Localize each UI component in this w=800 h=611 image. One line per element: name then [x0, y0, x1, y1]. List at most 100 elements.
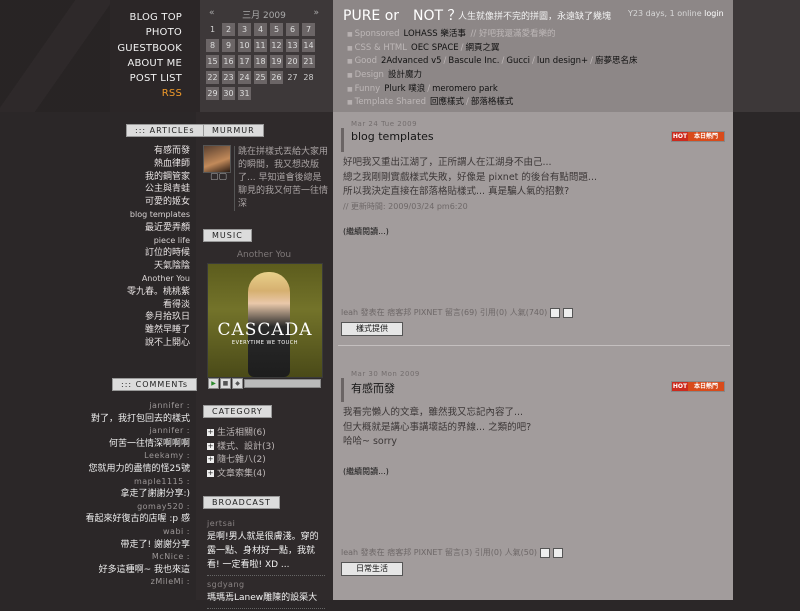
comment-text[interactable]: 何苦一往情深啊啊啊: [80, 438, 190, 451]
link-item[interactable]: lun design+: [537, 56, 588, 66]
comment-text[interactable]: 好多這種啊~ 我也來這: [80, 564, 190, 577]
calendar-day[interactable]: 4: [254, 23, 267, 36]
article-link[interactable]: 說不上開心: [92, 337, 190, 350]
article-link[interactable]: 有感而發: [92, 145, 190, 158]
comment-text[interactable]: 拿走了謝謝分享:): [80, 488, 190, 501]
comment-text[interactable]: 對了，我打包回去的樣式: [80, 413, 190, 426]
expand-icon[interactable]: +: [207, 469, 214, 477]
login-link[interactable]: login: [704, 9, 724, 18]
calendar-day[interactable]: 26: [270, 71, 283, 84]
category-label[interactable]: 文章索集(4): [217, 469, 266, 479]
nav-rss[interactable]: RSS: [100, 86, 182, 101]
calendar-day[interactable]: 13: [286, 39, 299, 52]
edit-icon[interactable]: [550, 307, 561, 318]
link-item[interactable]: LOHASS 樂活事: [404, 29, 466, 39]
calendar-prev-button[interactable]: «: [209, 8, 215, 21]
calendar-day[interactable]: 24: [238, 71, 251, 84]
calendar-day[interactable]: 18: [254, 55, 267, 68]
calendar-day[interactable]: 16: [222, 55, 235, 68]
article-link[interactable]: 看得淡: [92, 299, 190, 312]
calendar-day[interactable]: 30: [222, 87, 235, 100]
calendar-day[interactable]: 29: [206, 87, 219, 100]
calendar-day[interactable]: 2: [222, 23, 235, 36]
link-item[interactable]: 2Advanced v5: [381, 56, 442, 66]
category-label[interactable]: 隨七雜八(2): [217, 455, 266, 465]
calendar-day[interactable]: 31: [238, 87, 251, 100]
comment-text[interactable]: 您就用力的盡情的怪25號: [80, 463, 190, 476]
category-label[interactable]: 樣式、設計(3): [217, 442, 275, 452]
edit-icon[interactable]: [540, 547, 551, 558]
calendar-day[interactable]: 11: [254, 39, 267, 52]
calendar-day[interactable]: 3: [238, 23, 251, 36]
article-link[interactable]: blog templates: [92, 209, 190, 222]
site-title[interactable]: PURE or NOT ？: [343, 5, 462, 25]
post-title[interactable]: blog templates: [351, 130, 434, 143]
link-item[interactable]: 設計魔力: [388, 70, 422, 80]
comment-author[interactable]: jannifer :: [80, 400, 190, 413]
category-item[interactable]: + 樣式、設計(3): [207, 441, 275, 455]
comment-author[interactable]: jannifer :: [80, 425, 190, 438]
calendar-day[interactable]: 22: [206, 71, 219, 84]
nav-post-list[interactable]: POST LIST: [100, 71, 182, 86]
calendar-day[interactable]: 21: [302, 55, 315, 68]
delete-icon[interactable]: [563, 307, 574, 318]
comment-author[interactable]: gomay520 :: [80, 501, 190, 514]
category-item[interactable]: + 生活相關(6): [207, 427, 275, 441]
link-item[interactable]: 廚夢思名床: [595, 56, 638, 66]
nav-blog-top[interactable]: BLOG TOP: [100, 10, 182, 25]
calendar-day[interactable]: 15: [206, 55, 219, 68]
link-item[interactable]: Gucci: [506, 56, 530, 66]
calendar-day[interactable]: 10: [238, 39, 251, 52]
avatar[interactable]: [203, 145, 231, 173]
calendar-day[interactable]: 17: [238, 55, 251, 68]
calendar-next-button[interactable]: »: [313, 8, 319, 21]
comment-author[interactable]: zMileMi :: [80, 576, 190, 589]
read-more-link[interactable]: (繼續閱讀...): [343, 226, 389, 237]
play-button[interactable]: ▶: [208, 378, 219, 389]
link-item[interactable]: 部落格樣式: [471, 97, 514, 107]
article-link[interactable]: 我的鋼管家: [92, 171, 190, 184]
article-link[interactable]: 訂位的時候: [92, 247, 190, 260]
comment-author[interactable]: McNice :: [80, 551, 190, 564]
calendar-day[interactable]: 19: [270, 55, 283, 68]
link-item[interactable]: 網頁之翼: [466, 43, 500, 53]
calendar-day[interactable]: 25: [254, 71, 267, 84]
nav-about-me[interactable]: ABOUT ME: [100, 56, 182, 71]
link-item[interactable]: OEC SPACE: [411, 43, 459, 53]
article-link[interactable]: 公主與青蛙: [92, 183, 190, 196]
expand-icon[interactable]: +: [207, 442, 214, 450]
volume-icon[interactable]: ◆: [232, 378, 243, 389]
nav-photo[interactable]: PHOTO: [100, 25, 182, 40]
comment-author[interactable]: maple1115 :: [80, 476, 190, 489]
link-item[interactable]: 回應樣式: [430, 97, 464, 107]
link-item[interactable]: Plurk 噗浪: [384, 84, 425, 94]
post-title[interactable]: 有感而發: [351, 380, 395, 396]
comment-author[interactable]: Leekamy :: [80, 450, 190, 463]
article-link[interactable]: 雖然早睡了: [92, 324, 190, 337]
article-link[interactable]: 天氣陰陰: [92, 260, 190, 273]
comment-text[interactable]: 看起來好復古的店喔 :p 感: [80, 513, 190, 526]
calendar-day[interactable]: 14: [302, 39, 315, 52]
murmur-icons[interactable]: ▢▢: [210, 172, 227, 182]
article-link[interactable]: 參月拾玖日: [92, 311, 190, 324]
calendar-day[interactable]: 7: [302, 23, 315, 36]
comment-text[interactable]: 帶走了! 謝謝分享: [80, 539, 190, 552]
calendar-day[interactable]: 20: [286, 55, 299, 68]
progress-bar[interactable]: [244, 379, 321, 388]
article-link[interactable]: 熱血律師: [92, 158, 190, 171]
article-link[interactable]: 可愛的姬女: [92, 196, 190, 209]
calendar-day[interactable]: 8: [206, 39, 219, 52]
calendar-day[interactable]: 23: [222, 71, 235, 84]
calendar-day[interactable]: 6: [286, 23, 299, 36]
stop-button[interactable]: ■: [220, 378, 231, 389]
link-item[interactable]: Bascule Inc.: [448, 56, 499, 66]
article-link[interactable]: 最近愛弄顏: [92, 222, 190, 235]
category-item[interactable]: + 隨七雜八(2): [207, 454, 275, 468]
calendar-day[interactable]: 5: [270, 23, 283, 36]
article-link[interactable]: Another You: [92, 273, 190, 286]
post-category-tag[interactable]: 樣式提供: [341, 322, 403, 336]
article-link[interactable]: 零九春。桃桃紫: [92, 286, 190, 299]
category-item[interactable]: + 文章索集(4): [207, 468, 275, 482]
category-label[interactable]: 生活相關(6): [217, 428, 266, 438]
read-more-link[interactable]: (繼續閱讀...): [343, 466, 389, 477]
